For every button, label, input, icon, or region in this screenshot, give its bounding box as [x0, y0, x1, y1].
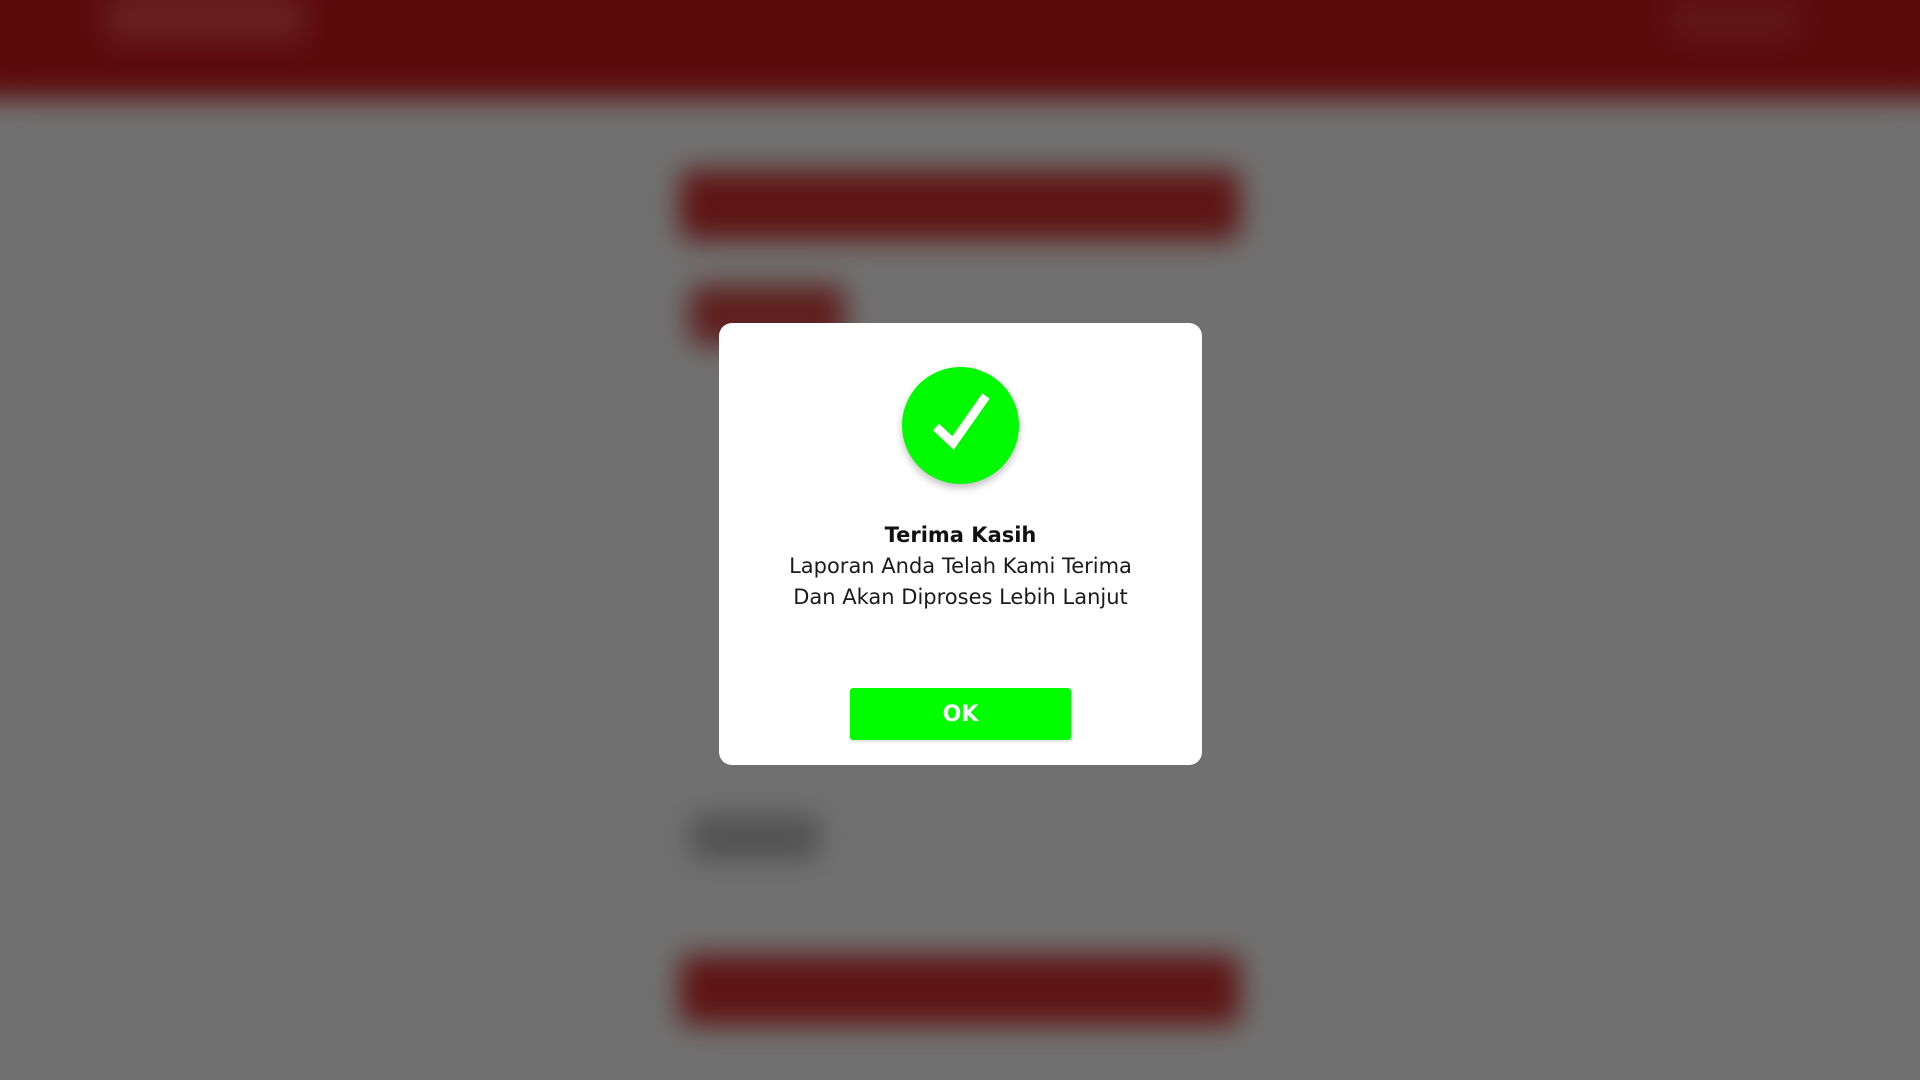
dialog-title: Terima Kasih: [884, 523, 1037, 547]
success-dialog: Terima Kasih Laporan Anda Telah Kami Ter…: [719, 323, 1202, 765]
screen: Terima Kasih Laporan Anda Telah Kami Ter…: [0, 0, 1920, 1080]
ok-button[interactable]: OK: [850, 688, 1071, 740]
dialog-message-line-1: Laporan Anda Telah Kami Terima: [789, 554, 1132, 578]
dialog-message-line-2: Dan Akan Diproses Lebih Lanjut: [793, 585, 1128, 609]
check-circle-icon: [902, 367, 1019, 484]
